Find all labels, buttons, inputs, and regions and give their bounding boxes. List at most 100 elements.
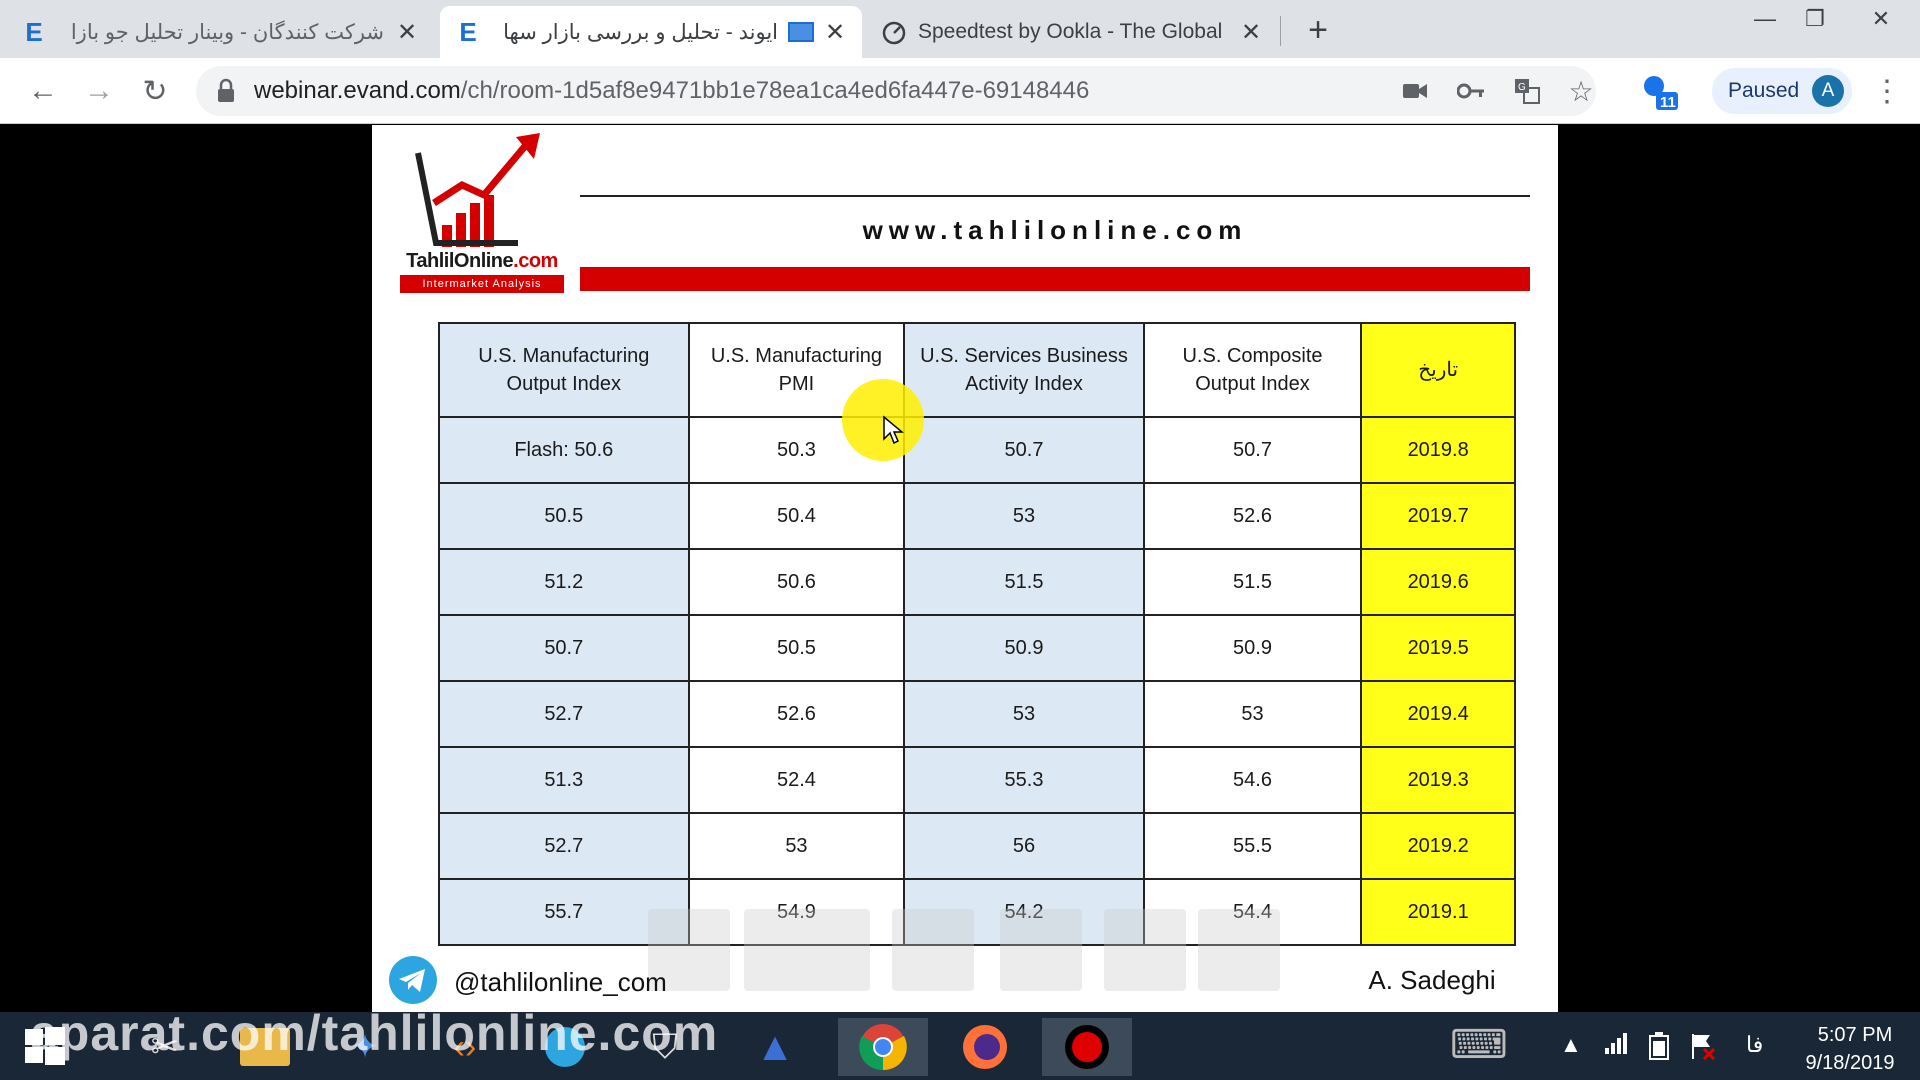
value-cell: 50.5: [687, 614, 906, 682]
date-cell: 2019.8: [1360, 416, 1516, 484]
table-row: 55.7 54.9 54.2 54.4 2019.1: [438, 878, 1516, 946]
pmi-data-table: U.S. Manufacturing Output Index U.S. Man…: [438, 322, 1516, 946]
firefox-icon: [963, 1025, 1007, 1069]
red-banner-bar: [580, 267, 1530, 291]
site-url-heading: www.tahlilonline.com: [862, 215, 1248, 245]
table-row: 52.7 52.6 53 53 2019.4: [438, 680, 1516, 748]
fullscreen-button[interactable]: [1198, 909, 1280, 991]
new-tab-button[interactable]: +: [1300, 11, 1336, 49]
value-cell: 50.6: [687, 548, 906, 616]
profile-paused-button[interactable]: Paused A: [1712, 68, 1852, 114]
value-cell: 53: [903, 482, 1145, 550]
value-cell: 55.3: [903, 746, 1145, 814]
header-composite-output: U.S. Composite Output Index: [1142, 322, 1363, 418]
date-cell: 2019.2: [1360, 812, 1516, 880]
sharing-screen-icon: [788, 22, 814, 42]
evand-icon: E: [25, 16, 43, 47]
value-cell: 51.5: [1142, 548, 1363, 616]
record-icon: [1065, 1025, 1109, 1069]
telegram-handle: @tahlilonline_com: [454, 967, 667, 997]
next-page-button[interactable]: [892, 909, 974, 991]
taskbar-app-chrome[interactable]: [838, 1018, 928, 1076]
logo-wordmark: TahlilOnline.com: [400, 250, 564, 273]
lock-icon[interactable]: [216, 78, 236, 104]
logo-tld: .com: [513, 250, 558, 272]
show-hidden-icons[interactable]: ▲: [1560, 1032, 1582, 1058]
clock-date[interactable]: 9/18/2019: [1790, 1052, 1910, 1075]
value-cell: 56: [903, 812, 1145, 880]
close-tab-icon[interactable]: ✕: [1238, 19, 1264, 46]
bookmark-star-icon[interactable]: ☆: [1566, 76, 1596, 107]
flag-alert-icon[interactable]: [1690, 1032, 1716, 1060]
tab-evand-webinar[interactable]: E ایوند - تحلیل و بررسی بازار سها ✕: [440, 6, 862, 58]
address-bar[interactable]: webinar.evand.com/ch/room-1d5af8e9471bb1…: [196, 66, 1596, 116]
table-row: 52.7 53 56 55.5 2019.2: [438, 812, 1516, 880]
taskbar-app-recorder[interactable]: [1042, 1018, 1132, 1076]
date-cell: 2019.3: [1360, 746, 1516, 814]
date-cell: 2019.5: [1360, 614, 1516, 682]
battery-icon[interactable]: [1648, 1032, 1670, 1060]
taskbar-app-metatrader[interactable]: ▲: [730, 1018, 820, 1076]
keyboard-icon[interactable]: ⌨: [1450, 1022, 1508, 1068]
value-cell: 53: [687, 812, 906, 880]
zoom-out-button[interactable]: [1104, 909, 1186, 991]
value-cell: 53: [1142, 680, 1363, 748]
value-cell: 51.3: [438, 746, 690, 814]
url-domain: webinar.evand.com: [254, 77, 461, 104]
url-text: webinar.evand.com/ch/room-1d5af8e9471bb1…: [254, 77, 1089, 105]
date-cell: 2019.7: [1360, 482, 1516, 550]
value-cell: 52.6: [1142, 482, 1363, 550]
value-cell: 50.9: [1142, 614, 1363, 682]
input-language[interactable]: فا: [1746, 1032, 1763, 1058]
camera-icon[interactable]: [1400, 76, 1430, 106]
value-cell: Flash: 50.6: [438, 416, 690, 484]
chrome-icon: [859, 1024, 907, 1071]
svg-text:G: G: [1518, 82, 1526, 93]
tab-title: شرکت کنندگان - وبینار تحلیل جو بازا: [70, 20, 384, 44]
close-tab-icon[interactable]: ✕: [394, 19, 420, 46]
table-row: 51.3 52.4 55.3 54.6 2019.3: [438, 746, 1516, 814]
aparat-watermark: aparat.com/tahlilonline.com: [30, 1005, 719, 1061]
header-date: تاریخ: [1360, 322, 1516, 418]
key-icon[interactable]: [1456, 76, 1486, 106]
signal-icon[interactable]: [1604, 1032, 1628, 1054]
tab-title: ایوند - تحلیل و بررسی بازار سها: [503, 20, 778, 44]
value-cell: 50.4: [687, 482, 906, 550]
mouse-cursor-icon: [883, 415, 904, 445]
tab-separator: [1280, 16, 1281, 46]
table-header-row: U.S. Manufacturing Output Index U.S. Man…: [438, 322, 1516, 418]
value-cell: 52.4: [687, 746, 906, 814]
telegram-icon: [389, 956, 437, 1004]
clock-time[interactable]: 5:07 PM: [1800, 1024, 1910, 1047]
url-path: /ch/room-1d5af8e9471bb1e78ea1ca4ed6fa447…: [460, 77, 1090, 104]
restore-button[interactable]: ❐: [1790, 4, 1840, 34]
zoom-in-button[interactable]: [1000, 909, 1082, 991]
presentation-slide: TahlilOnline.com Intermarket Analysis ww…: [372, 125, 1558, 1012]
close-tab-icon[interactable]: ✕: [822, 19, 848, 46]
value-cell: 52.7: [438, 812, 690, 880]
minimize-button[interactable]: —: [1740, 4, 1790, 34]
back-button[interactable]: ←: [24, 72, 62, 110]
reload-button[interactable]: ↻: [136, 72, 174, 110]
tab-participants[interactable]: E شرکت کنندگان - وبینار تحلیل جو بازا ✕: [6, 6, 434, 58]
value-cell: 50.9: [903, 614, 1145, 682]
value-cell: 54.6: [1142, 746, 1363, 814]
tab-title: Speedtest by Ookla - The Global: [918, 20, 1223, 43]
value-cell: 52.7: [438, 680, 690, 748]
forward-button[interactable]: →: [80, 72, 118, 110]
date-cell: 2019.4: [1360, 680, 1516, 748]
close-window-button[interactable]: ✕: [1856, 4, 1906, 34]
header-divider: [580, 195, 1530, 197]
date-cell: 2019.6: [1360, 548, 1516, 616]
tab-speedtest[interactable]: Speedtest by Ookla - The Global ✕: [866, 6, 1278, 58]
avatar: A: [1812, 75, 1844, 107]
taskbar-app-firefox[interactable]: [940, 1018, 1030, 1076]
table-row: Flash: 50.6 50.3 50.7 50.7 2019.8: [438, 416, 1516, 484]
extension-icon[interactable]: 11: [1640, 72, 1680, 112]
value-cell: 51.5: [903, 548, 1145, 616]
value-cell: 50.7: [903, 416, 1145, 484]
translate-icon[interactable]: G: [1512, 76, 1542, 106]
author-name: A. Sadeghi: [1368, 965, 1496, 995]
more-menu-icon[interactable]: ⋮: [1872, 72, 1902, 110]
browser-toolbar: ← → ↻ webinar.evand.com/ch/room-1d5af8e9…: [0, 58, 1920, 124]
